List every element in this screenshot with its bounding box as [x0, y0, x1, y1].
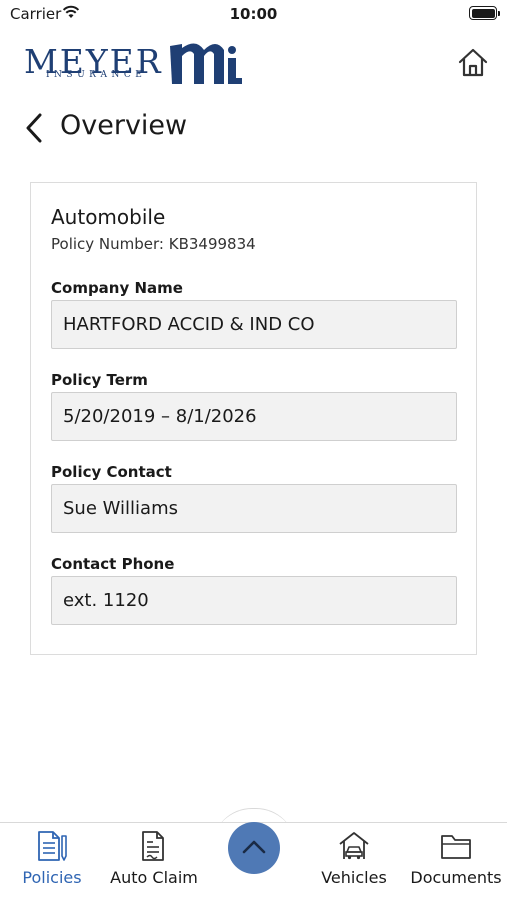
- tab-vehicles[interactable]: Vehicles: [318, 830, 390, 887]
- battery-icon: [469, 6, 500, 20]
- contact-phone-field[interactable]: ext. 1120: [51, 576, 457, 625]
- policy-card: Automobile Policy Number: KB3499834 Comp…: [30, 182, 477, 655]
- home-icon: [458, 48, 488, 77]
- page-title: Overview: [60, 110, 188, 141]
- screen: Carrier 10:00 MEYER INSURANCE Overview A…: [0, 0, 507, 900]
- logo-monogram-icon: [170, 43, 242, 84]
- tab-auto-claim[interactable]: Auto Claim: [108, 830, 200, 887]
- back-button[interactable]: [24, 112, 46, 144]
- logo-subtext: INSURANCE: [46, 70, 147, 80]
- policy-number: Policy Number: KB3499834: [51, 235, 256, 253]
- status-bar: Carrier 10:00: [0, 0, 507, 28]
- clock: 10:00: [229, 5, 278, 23]
- chevron-up-icon: [242, 840, 266, 854]
- policy-contact-field: Sue Williams: [51, 484, 457, 533]
- policy-type: Automobile: [51, 205, 166, 229]
- policy-term-field: 5/20/2019 – 8/1/2026: [51, 392, 457, 441]
- company-name-label: Company Name: [51, 279, 183, 297]
- claim-form-icon: [142, 831, 164, 861]
- home-button[interactable]: [456, 46, 490, 80]
- policy-term-label: Policy Term: [51, 371, 148, 389]
- tab-label: Documents: [410, 868, 502, 887]
- car-garage-icon: [339, 832, 369, 860]
- folder-icon: [441, 835, 471, 859]
- contact-phone-label: Contact Phone: [51, 555, 175, 573]
- chevron-left-icon: [26, 113, 42, 143]
- expand-menu-button[interactable]: [228, 822, 280, 874]
- tab-label: Vehicles: [321, 868, 387, 887]
- meyer-insurance-logo: MEYER INSURANCE: [24, 38, 254, 88]
- tab-label: Auto Claim: [110, 868, 198, 887]
- policy-contact-label: Policy Contact: [51, 463, 172, 481]
- tab-policies[interactable]: Policies: [18, 830, 86, 887]
- tab-documents[interactable]: Documents: [408, 830, 504, 887]
- tab-label: Policies: [22, 868, 82, 887]
- policy-document-icon: [38, 831, 67, 861]
- company-name-field: HARTFORD ACCID & IND CO: [51, 300, 457, 349]
